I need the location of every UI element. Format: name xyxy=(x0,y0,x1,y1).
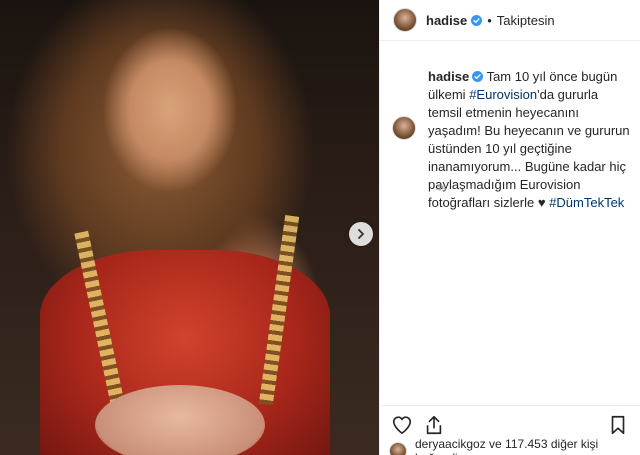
avatar[interactable] xyxy=(393,8,417,32)
caption-body: 'da gururla temsil etmenin heyecanını ya… xyxy=(428,87,630,210)
photo-hand xyxy=(95,385,265,455)
verified-badge-icon xyxy=(472,71,484,82)
hashtag-link[interactable]: #Eurovision xyxy=(469,87,537,102)
heart-emoji: ♥ xyxy=(537,195,546,210)
likes-text[interactable]: deryaacikgoz ve 117.453 diğer kişi beğen… xyxy=(415,437,640,455)
liker-avatar[interactable] xyxy=(389,442,407,455)
hashtag-link[interactable]: #DümTekTek xyxy=(549,195,624,210)
separator-dot: • xyxy=(487,12,492,28)
follow-status[interactable]: Takiptesin xyxy=(497,13,555,28)
next-photo-button[interactable] xyxy=(349,222,373,246)
action-bar xyxy=(379,405,640,435)
heart-icon[interactable] xyxy=(391,414,413,436)
chevron-right-icon xyxy=(358,229,364,239)
verified-badge-icon xyxy=(471,14,483,26)
likes-row: deryaacikgoz ve 117.453 diğer kişi beğen… xyxy=(389,437,640,455)
caption-username[interactable]: hadise xyxy=(428,69,469,84)
post-caption: hadise Tam 10 yıl önce bugün ülkemi #Eur… xyxy=(392,68,632,212)
caption-avatar[interactable] xyxy=(392,116,416,140)
share-icon[interactable] xyxy=(423,414,445,436)
post-header: hadise • Takiptesin xyxy=(380,0,640,41)
post-time: 4s xyxy=(436,183,447,194)
caption-text: hadise Tam 10 yıl önce bugün ülkemi #Eur… xyxy=(428,68,632,212)
post-username[interactable]: hadise xyxy=(426,13,467,28)
bookmark-icon[interactable] xyxy=(607,414,629,436)
post-photo[interactable] xyxy=(0,0,379,455)
